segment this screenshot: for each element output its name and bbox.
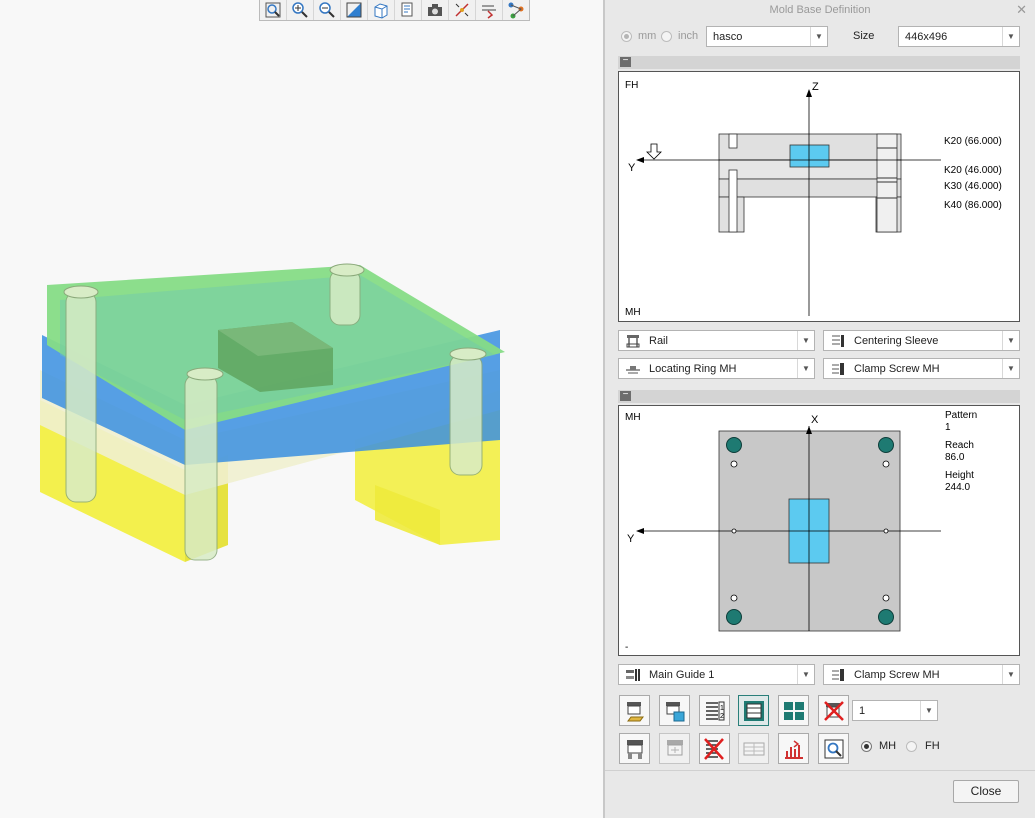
footer-separator: [605, 770, 1035, 771]
clamp-screw-icon: [828, 361, 848, 377]
vendor-value: hasco: [713, 30, 743, 43]
mh-radio[interactable]: [861, 741, 872, 752]
mm-label: mm: [638, 30, 657, 42]
collapse-icon[interactable]: −: [620, 56, 631, 67]
fh-radio[interactable]: [906, 741, 917, 752]
side-view-canvas[interactable]: FH MH Z Y K20 (66.000) K20 (46.000) K30 …: [618, 71, 1020, 322]
main-guide-select[interactable]: Main Guide 1 ▼: [618, 664, 815, 685]
shading-icon[interactable]: [341, 0, 368, 20]
top-axis-x: X: [811, 414, 819, 426]
clamp-screw-icon: [828, 667, 848, 683]
inch-radio[interactable]: [661, 31, 672, 42]
centering-sleeve-icon: [828, 333, 848, 349]
chevron-down-icon[interactable]: ▼: [1002, 27, 1019, 46]
main-guide-icon: [623, 667, 643, 683]
close-icon[interactable]: ✕: [1016, 0, 1027, 20]
top-view-canvas[interactable]: MH - X Y Pattern 1 Reach 86.0 Height 244…: [618, 405, 1020, 656]
locating-ring-value: Locating Ring MH: [649, 362, 737, 375]
plate-label-3: K30 (46.000): [944, 181, 1002, 192]
delete-component-button[interactable]: [818, 695, 849, 726]
centering-sleeve-value: Centering Sleeve: [854, 334, 939, 347]
main-guide-value: Main Guide 1: [649, 668, 715, 681]
side-mh-label: MH: [625, 307, 641, 318]
chevron-down-icon[interactable]: ▼: [1002, 359, 1019, 378]
dialog-title: Mold Base Definition: [769, 4, 871, 16]
height-label: Height: [945, 470, 974, 481]
locating-ring-icon: [623, 361, 643, 377]
view-cube-icon[interactable]: [368, 0, 395, 20]
zoom-fit-icon[interactable]: [260, 0, 287, 20]
inch-label: inch: [678, 30, 699, 42]
height-value: 244.0: [945, 482, 970, 493]
fh-label: FH: [925, 740, 940, 752]
rail-select[interactable]: Rail ▼: [618, 330, 815, 351]
rail-value: Rail: [649, 334, 668, 347]
svg-text:1: 1: [720, 705, 724, 712]
top-axis-y: Y: [627, 533, 635, 545]
chevron-down-icon[interactable]: ▼: [797, 665, 814, 684]
vendor-select[interactable]: hasco ▼: [706, 26, 828, 47]
open-mold-base-button[interactable]: [619, 695, 650, 726]
side-axis-y: Y: [628, 162, 636, 174]
chevron-down-icon[interactable]: ▼: [810, 27, 827, 46]
centering-sleeve-select[interactable]: Centering Sleeve ▼: [823, 330, 1020, 351]
spin-center-icon[interactable]: [449, 0, 476, 20]
zoom-out-icon[interactable]: [314, 0, 341, 20]
zoom-in-icon[interactable]: [287, 0, 314, 20]
size-select[interactable]: 446x496 ▼: [898, 26, 1020, 47]
close-button[interactable]: Close: [953, 780, 1019, 803]
side-axis-z: Z: [812, 81, 819, 93]
top-mh-label: MH: [625, 412, 641, 423]
top-view-section-header: −: [618, 390, 1020, 403]
count-select[interactable]: 1 ▼: [852, 700, 938, 721]
table-view-button[interactable]: [738, 733, 769, 764]
bottom-clamp-screw-select[interactable]: Clamp Screw MH ▼: [823, 664, 1020, 685]
save-mold-base-button[interactable]: [659, 695, 690, 726]
svg-text:2: 2: [720, 713, 724, 720]
plate-label-1: K20 (66.000): [944, 136, 1002, 147]
clamp-screw-select[interactable]: Clamp Screw MH ▼: [823, 358, 1020, 379]
side-view-section-header: −: [618, 56, 1020, 69]
plate-label-4: K40 (86.000): [944, 200, 1002, 211]
preview-button[interactable]: [818, 733, 849, 764]
display-style-icon[interactable]: [476, 0, 503, 20]
chevron-down-icon[interactable]: ▼: [1002, 665, 1019, 684]
pattern-value: 1: [945, 422, 951, 433]
plate-replace-button[interactable]: [659, 733, 690, 764]
chevron-down-icon[interactable]: ▼: [920, 701, 937, 720]
bottom-clamp-screw-value: Clamp Screw MH: [854, 668, 940, 681]
pattern-label: Pattern: [945, 410, 977, 421]
locating-ring-select[interactable]: Locating Ring MH ▼: [618, 358, 815, 379]
count-value: 1: [859, 704, 866, 717]
rail-icon: [623, 333, 643, 349]
mold-base-model[interactable]: [0, 0, 603, 818]
chevron-down-icon[interactable]: ▼: [797, 359, 814, 378]
grid-layout-button[interactable]: [778, 695, 809, 726]
delete-plate-list-button[interactable]: [699, 733, 730, 764]
mold-base-definition-dialog: Mold Base Definition ✕ mm inch hasco ▼ S…: [603, 0, 1035, 818]
datum-display-icon[interactable]: [503, 0, 529, 20]
plate-label-2: K20 (46.000): [944, 165, 1002, 176]
chevron-down-icon[interactable]: ▼: [797, 331, 814, 350]
plate-view-button[interactable]: [738, 695, 769, 726]
collapse-icon[interactable]: −: [620, 390, 631, 401]
plate-list-button[interactable]: 12: [699, 695, 730, 726]
units-row: mm inch hasco ▼ Size 446x496 ▼: [605, 26, 1035, 48]
clamp-screw-value: Clamp Screw MH: [854, 362, 940, 375]
reach-label: Reach: [945, 440, 974, 451]
plate-properties-button[interactable]: [619, 733, 650, 764]
mh-label: MH: [879, 740, 897, 752]
mm-radio[interactable]: [621, 31, 632, 42]
assembly-chart-button[interactable]: [778, 733, 809, 764]
graphics-viewport[interactable]: [0, 0, 603, 818]
side-fh-label: FH: [625, 80, 638, 91]
reach-value: 86.0: [945, 452, 965, 463]
chevron-down-icon[interactable]: ▼: [1002, 331, 1019, 350]
saved-views-icon[interactable]: [395, 0, 422, 20]
camera-icon[interactable]: [422, 0, 449, 20]
top-bottom-label: -: [625, 642, 628, 653]
size-label: Size: [853, 30, 875, 42]
size-value: 446x496: [905, 30, 948, 43]
view-toolbar: [259, 0, 530, 21]
